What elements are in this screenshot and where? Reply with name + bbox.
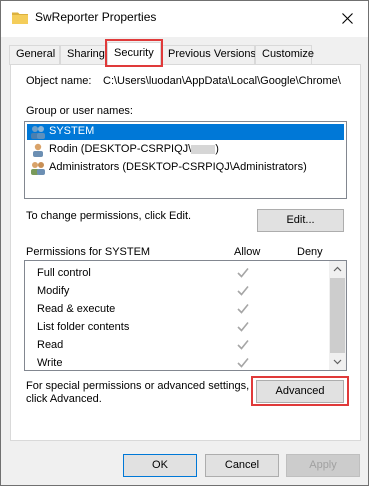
apply-button[interactable]: Apply bbox=[286, 454, 360, 477]
users-group-icon bbox=[31, 162, 45, 175]
table-row: List folder contents bbox=[25, 318, 329, 336]
users-listbox[interactable]: SYSTEM Rodin (DESKTOP-CSRPIQJ\) Administ… bbox=[24, 121, 347, 199]
permission-name: Write bbox=[37, 357, 63, 369]
allow-header: Allow bbox=[234, 246, 261, 258]
permissions-scrollbar[interactable] bbox=[329, 261, 346, 370]
table-row: Write bbox=[25, 354, 329, 370]
users-group-icon bbox=[31, 126, 45, 139]
user-name: Rodin (DESKTOP-CSRPIQJ\) bbox=[49, 143, 219, 155]
tab-security[interactable]: Security bbox=[107, 42, 161, 66]
allow-check-icon bbox=[237, 267, 249, 278]
allow-check-icon bbox=[237, 339, 249, 350]
allow-check-icon bbox=[237, 357, 249, 368]
close-button[interactable] bbox=[328, 1, 368, 37]
tab-general[interactable]: General bbox=[9, 45, 60, 65]
deny-header: Deny bbox=[297, 246, 323, 258]
chevron-down-icon bbox=[333, 359, 342, 365]
scroll-up-button[interactable] bbox=[329, 261, 346, 278]
allow-check-icon bbox=[237, 321, 249, 332]
advanced-button[interactable]: Advanced bbox=[256, 380, 344, 403]
special-permissions-text: For special permissions or advanced sett… bbox=[26, 380, 250, 392]
permission-name: Read bbox=[37, 339, 64, 351]
table-row: Read & execute bbox=[25, 300, 329, 318]
click-advanced-text: click Advanced. bbox=[26, 393, 102, 405]
table-row: Read bbox=[25, 336, 329, 354]
edit-button[interactable]: Edit... bbox=[257, 209, 344, 232]
user-name: Administrators (DESKTOP-CSRPIQJ\Administ… bbox=[49, 161, 307, 173]
close-icon bbox=[342, 13, 353, 24]
permission-name: Modify bbox=[37, 285, 70, 297]
table-row: Modify bbox=[25, 282, 329, 300]
allow-check-icon bbox=[237, 303, 249, 314]
redacted-block bbox=[191, 144, 216, 154]
list-item[interactable]: Rodin (DESKTOP-CSRPIQJ\) bbox=[27, 142, 344, 158]
list-item[interactable]: Administrators (DESKTOP-CSRPIQJ\Administ… bbox=[27, 160, 344, 176]
permission-name: Read & execute bbox=[37, 303, 116, 315]
table-row: Full control bbox=[25, 264, 329, 282]
user-name: SYSTEM bbox=[49, 125, 95, 137]
tab-sharing[interactable]: Sharing bbox=[60, 45, 107, 65]
cancel-button[interactable]: Cancel bbox=[205, 454, 279, 477]
folder-icon bbox=[12, 12, 28, 24]
properties-window: SwReporter Properties General Sharing Se… bbox=[0, 0, 369, 486]
allow-check-icon bbox=[237, 285, 249, 296]
permission-name: Full control bbox=[37, 267, 91, 279]
permission-name: List folder contents bbox=[37, 321, 130, 333]
object-name-value: C:\Users\luodan\AppData\Local\Google\Chr… bbox=[103, 75, 341, 87]
scroll-down-button[interactable] bbox=[329, 353, 346, 370]
ok-button[interactable]: OK bbox=[123, 454, 197, 477]
change-permissions-text: To change permissions, click Edit. bbox=[26, 210, 192, 222]
permissions-listbox[interactable]: Full control Modify Read & execute List … bbox=[24, 260, 347, 371]
list-item[interactable]: SYSTEM bbox=[27, 124, 344, 140]
window-title: SwReporter Properties bbox=[35, 10, 157, 24]
permissions-for-label: Permissions for SYSTEM bbox=[26, 246, 151, 258]
title-bar: SwReporter Properties bbox=[1, 1, 368, 37]
group-names-label: Group or user names: bbox=[26, 105, 133, 117]
user-icon bbox=[33, 143, 43, 157]
scroll-thumb[interactable] bbox=[330, 278, 345, 353]
tab-previous-versions[interactable]: Previous Versions bbox=[161, 45, 256, 65]
object-name-label: Object name: bbox=[26, 75, 92, 87]
chevron-up-icon bbox=[333, 266, 342, 272]
tab-customize[interactable]: Customize bbox=[255, 45, 314, 65]
